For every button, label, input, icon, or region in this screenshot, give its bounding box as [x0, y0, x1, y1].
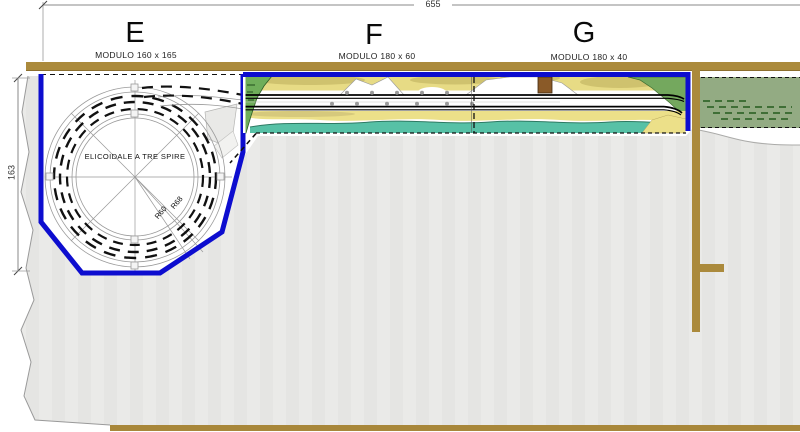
module-e-letter: E	[105, 19, 165, 48]
dimension-module-height: 163	[8, 153, 17, 193]
bottom-wood-rail	[110, 425, 800, 431]
module-g-size-label: MODULO 180 x 40	[527, 53, 651, 62]
module-g-letter: G	[554, 19, 614, 48]
dimension-total-width: 655	[414, 0, 452, 9]
module-plan-canvas: 655 163 E MODULO 160 x 165 F MODULO 180 …	[0, 0, 800, 432]
support-leg	[692, 70, 700, 332]
top-wood-rail	[26, 62, 800, 70]
support-leg-foot	[700, 264, 724, 272]
module-e-size-label: MODULO 160 x 165	[74, 51, 198, 60]
module-f-letter: F	[344, 21, 404, 50]
module-f-size-label: MODULO 180 x 60	[315, 52, 439, 61]
plan-drawing-svg	[0, 0, 800, 432]
tunnel-portal	[538, 77, 552, 93]
adjacent-terrain-band	[700, 77, 800, 128]
scenery	[245, 74, 686, 133]
helix-label: ELICOIDALE A TRE SPIRE	[57, 153, 213, 161]
